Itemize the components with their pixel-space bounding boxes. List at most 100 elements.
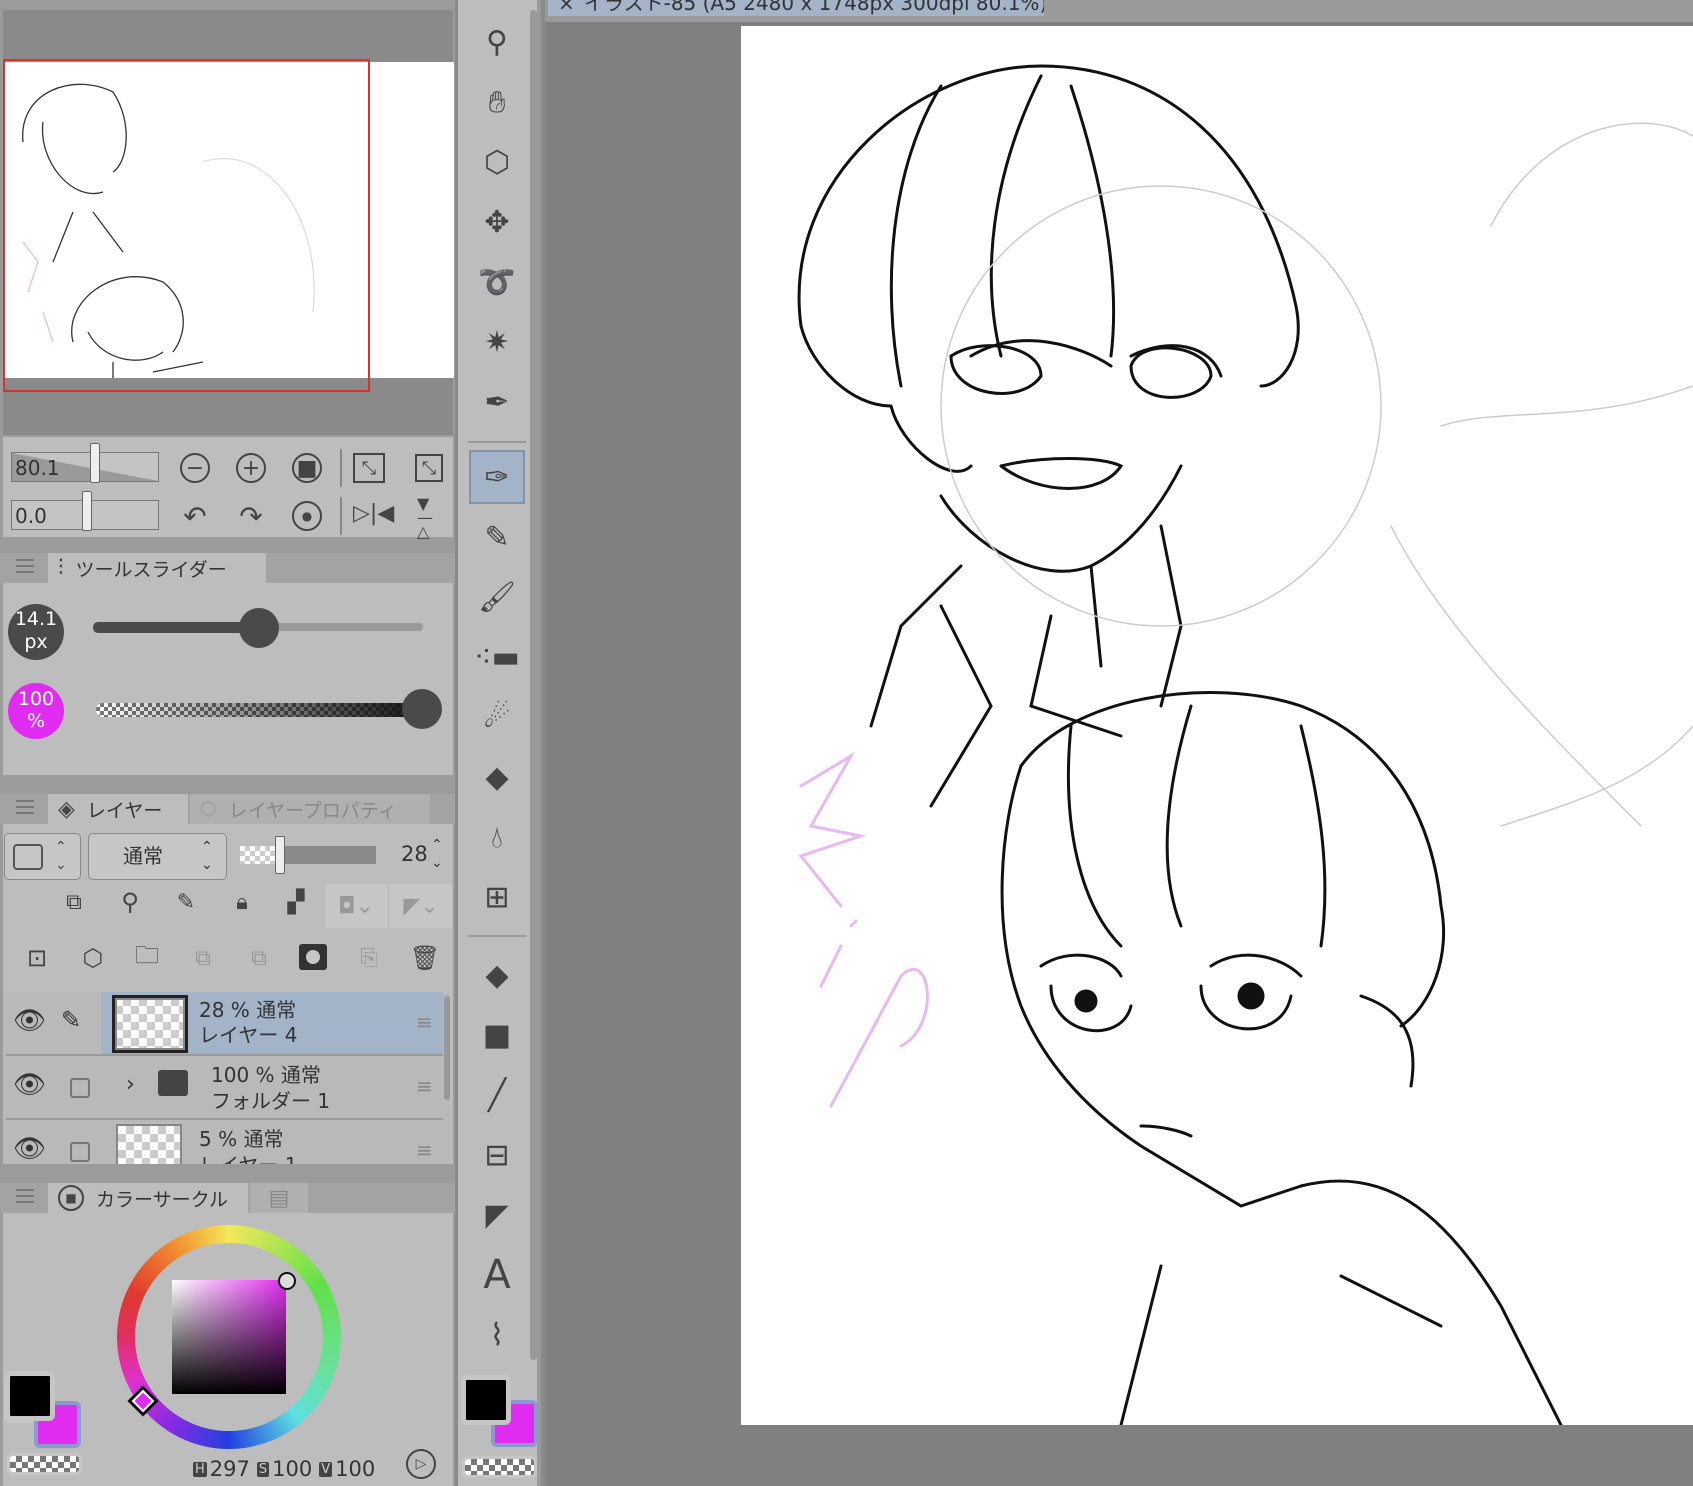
visibility-eye-icon[interactable]: 👁︎ <box>13 1134 46 1164</box>
rotate-left-icon[interactable]: ↶ <box>180 500 210 533</box>
eyedropper-icon[interactable]: ✒︎ <box>469 375 525 429</box>
clip-layer-icon[interactable]: ⧉ <box>59 886 89 918</box>
figure-tool-icon[interactable]: ╱ <box>469 1068 525 1122</box>
layer-opacity-slider[interactable] <box>240 846 376 864</box>
expand-chevron-icon[interactable]: › <box>126 1072 135 1097</box>
panel-menu-icon[interactable] <box>16 1189 34 1203</box>
transparent-color-swatch[interactable] <box>7 1453 82 1475</box>
toolbar-transparent-swatch[interactable] <box>462 1456 537 1478</box>
divider <box>468 935 526 937</box>
ruler-tool-icon[interactable]: ◤ <box>469 1188 525 1242</box>
edit-checkbox[interactable] <box>70 1078 90 1098</box>
hand-tool-icon[interactable]: ✋︎ <box>469 75 525 129</box>
object-tool-icon[interactable]: ⬡ <box>469 135 525 189</box>
new-raster-layer-icon[interactable]: ⊡ <box>21 942 53 974</box>
zoom-tool-icon[interactable]: ⚲ <box>469 15 525 69</box>
tab-label: レイヤープロパティ <box>228 799 397 822</box>
zoom-slider-thumb[interactable] <box>90 443 100 483</box>
draft-layer-icon[interactable]: ✎ <box>171 886 201 918</box>
tab-color-history[interactable]: ▤ <box>250 1183 308 1213</box>
reset-rotation-icon[interactable]: ● <box>292 501 322 531</box>
ruler-enable-icon[interactable]: ◤⌄ <box>390 884 452 928</box>
canvas-paper[interactable] <box>741 26 1693 1425</box>
layer-mask-icon[interactable] <box>299 944 327 970</box>
toolbar: ⚲ ✋︎ ⬡ ✥ ➰ ✷ ✒︎ ✑ ✎ 🖌︎ ⁖▬ ☄︎ ◆ 💧︎ ⊞ ◆ ■ … <box>458 0 541 1486</box>
saturation-value-square[interactable] <box>172 1280 286 1394</box>
magic-wand-icon[interactable]: ✷ <box>469 315 525 369</box>
merge-down-icon: ⧉ <box>251 945 267 971</box>
rotate-right-icon[interactable]: ↷ <box>236 500 266 533</box>
zoom-in-icon[interactable]: + <box>236 453 266 483</box>
layer-panel: ⌃ ⌄ 通常 ⌃ ⌄ 28 ⌃ ⌄ ⧉ ⚲ ✎ 🔒︎ ▞ ◘⌄ ◤⌄ ⊡ ⬡ 🗀 ⧉ … <box>3 824 453 1164</box>
flip-vertical-icon[interactable]: ▼ — △ <box>417 496 433 540</box>
zoom-slider[interactable]: 80.1 <box>11 452 159 482</box>
opacity-thumb[interactable] <box>402 689 442 729</box>
lock-transparency-icon[interactable]: ▞ <box>281 886 311 918</box>
pencil-tool-icon[interactable]: ✎ <box>469 510 525 564</box>
mask-enable-icon[interactable]: ◘⌄ <box>325 884 387 928</box>
layer-row[interactable]: 👁︎ 5 % 通常 レイヤー 1 ≡ <box>6 1120 443 1164</box>
balloon-tool-icon[interactable]: ⌇ <box>469 1308 525 1362</box>
fit-to-window-icon[interactable]: ⤡ <box>415 454 443 482</box>
sv-picker-handle[interactable] <box>278 1272 296 1290</box>
move-tool-icon[interactable]: ✥ <box>469 195 525 249</box>
stepper-icon[interactable]: ⌃ ⌄ <box>431 836 443 872</box>
flip-horizontal-icon[interactable]: ▷|◀ <box>353 501 394 526</box>
sketch-drawing <box>797 64 1693 1425</box>
text-tool-icon[interactable]: A <box>469 1248 525 1302</box>
main-color-swatch-front[interactable] <box>5 1371 55 1421</box>
layer-opacity-thumb[interactable] <box>275 836 285 874</box>
toolbar-scrollbar[interactable] <box>530 10 537 1360</box>
close-icon[interactable]: × <box>558 0 575 14</box>
opacity-track[interactable] <box>96 703 426 717</box>
new-folder-icon[interactable]: 🗀 <box>131 941 163 974</box>
layer-list-scrollbar[interactable] <box>444 996 450 1100</box>
tab-layer-property[interactable]: ⬡ レイヤープロパティ <box>190 794 430 824</box>
layer-property-icon: ⬡ <box>200 798 217 820</box>
edit-checkbox[interactable] <box>70 1142 90 1162</box>
panel-menu-icon[interactable] <box>16 559 34 573</box>
pen-tool-icon[interactable]: ✑ <box>469 450 525 504</box>
gradient-tool-icon[interactable]: ■ <box>469 1008 525 1062</box>
delete-layer-icon[interactable]: 🗑︎ <box>409 942 441 974</box>
zoom-out-icon[interactable]: − <box>180 453 210 483</box>
edit-pen-icon[interactable]: ✎ <box>61 1006 81 1034</box>
new-vector-layer-icon[interactable]: ⬡ <box>77 942 109 974</box>
decoration-tool-icon[interactable]: ☄︎ <box>469 690 525 744</box>
brush-tool-icon[interactable]: 🖌︎ <box>469 570 525 624</box>
tab-tool-slider[interactable]: ⫶ ツールスライダー <box>48 553 266 583</box>
divider <box>340 497 342 535</box>
lasso-tool-icon[interactable]: ➰ <box>469 255 525 309</box>
layer-row[interactable]: 👁︎ ✎ 28 % 通常 レイヤー 4 ≡ <box>6 992 443 1056</box>
lock-icon[interactable]: 🔒︎ <box>227 886 257 918</box>
navigator-view-frame[interactable] <box>3 59 370 392</box>
saturation-value: 100 <box>272 1457 313 1481</box>
panel-menu-icon[interactable] <box>16 800 34 814</box>
rotation-slider-thumb[interactable] <box>82 491 92 531</box>
drag-handle-icon[interactable]: ≡ <box>416 1074 433 1098</box>
play-icon[interactable]: ▷ <box>406 1449 436 1479</box>
reference-layer-icon[interactable]: ⚲ <box>115 886 145 918</box>
drag-handle-icon[interactable]: ≡ <box>416 1138 433 1162</box>
drag-handle-icon[interactable]: ≡ <box>416 1010 433 1034</box>
fill-tool-icon[interactable]: ◆ <box>469 948 525 1002</box>
layer-color-select[interactable]: ⌃ ⌄ <box>4 833 81 880</box>
folder-icon <box>158 1070 188 1096</box>
eraser-tool-icon[interactable]: ◆ <box>469 750 525 804</box>
brush-size-thumb[interactable] <box>239 608 279 648</box>
visibility-eye-icon[interactable]: 👁︎ <box>13 1070 46 1100</box>
blend-mode-select[interactable]: 通常 ⌃ ⌄ <box>88 833 227 880</box>
document-tab[interactable]: × イラスト-85 (A5 2480 x 1748px 300dpi 80.1%… <box>548 0 1044 16</box>
tab-layer[interactable]: ◈ レイヤー <box>48 794 188 824</box>
liquify-tool-icon[interactable]: ⊞ <box>469 870 525 924</box>
frame-tool-icon[interactable]: ⊟ <box>469 1128 525 1182</box>
airbrush-tool-icon[interactable]: ⁖▬ <box>469 630 525 684</box>
fit-to-screen-icon[interactable]: ⤡ <box>353 453 385 483</box>
blend-tool-icon[interactable]: 💧︎ <box>469 810 525 864</box>
layer-row[interactable]: 👁︎ › 100 % 通常 フォルダー 1 ≡ <box>6 1056 443 1120</box>
actual-size-icon[interactable]: ■ <box>292 453 322 483</box>
layer-opacity-value[interactable]: 28 <box>401 842 428 866</box>
toolbar-main-color-swatch[interactable] <box>461 1375 511 1425</box>
visibility-eye-icon[interactable]: 👁︎ <box>13 1006 46 1036</box>
tab-color-circle[interactable]: ■ カラーサークル <box>48 1183 248 1213</box>
